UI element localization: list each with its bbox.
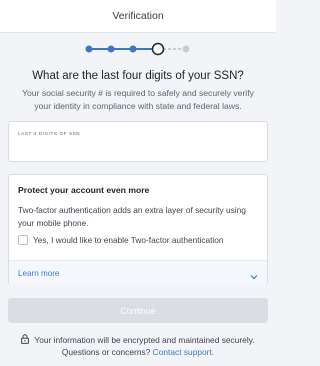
page-title: Verification: [112, 10, 164, 22]
ssn-field-label: LAST 4 DIGITS OF SSN: [18, 131, 81, 136]
questions-text: Questions or concerns?: [61, 347, 151, 357]
question-subtitle: Your social security # is required to sa…: [22, 88, 254, 111]
learn-more-row[interactable]: Learn more: [9, 260, 267, 285]
step-5-dot: [182, 45, 190, 53]
two-factor-card: Protect your account even more Two-facto…: [8, 174, 268, 285]
two-factor-description: Two-factor authentication adds an extra …: [18, 205, 246, 228]
security-note: Your information will be encrypted and m…: [0, 334, 276, 346]
ssn-field[interactable]: LAST 4 DIGITS OF SSN: [8, 121, 268, 162]
contact-support-link[interactable]: Contact support.: [153, 347, 214, 357]
step-3-dot: [129, 45, 137, 53]
continue-button-label: Continue: [120, 305, 156, 316]
ssn-input[interactable]: [17, 140, 261, 158]
header-bar: Verification: [0, 0, 276, 33]
step-2-dot: [107, 45, 115, 53]
two-factor-checkbox[interactable]: [18, 235, 28, 245]
lock-icon: [21, 334, 30, 346]
two-factor-title: Protect your account even more: [18, 185, 150, 195]
chevron-down-icon[interactable]: [250, 268, 258, 286]
security-text: Your information will be encrypted and m…: [34, 335, 255, 345]
step-1-dot: [85, 45, 93, 53]
continue-button[interactable]: Continue: [8, 298, 268, 323]
support-note: Questions or concerns? Contact support.: [0, 347, 276, 357]
progress-stepper: [85, 42, 193, 56]
step-4-current-dot: [151, 42, 165, 56]
question-title: What are the last four digits of your SS…: [32, 70, 244, 82]
learn-more-link[interactable]: Learn more: [18, 269, 59, 278]
two-factor-checkbox-label[interactable]: Yes, I would like to enable Two-factor a…: [33, 235, 224, 245]
